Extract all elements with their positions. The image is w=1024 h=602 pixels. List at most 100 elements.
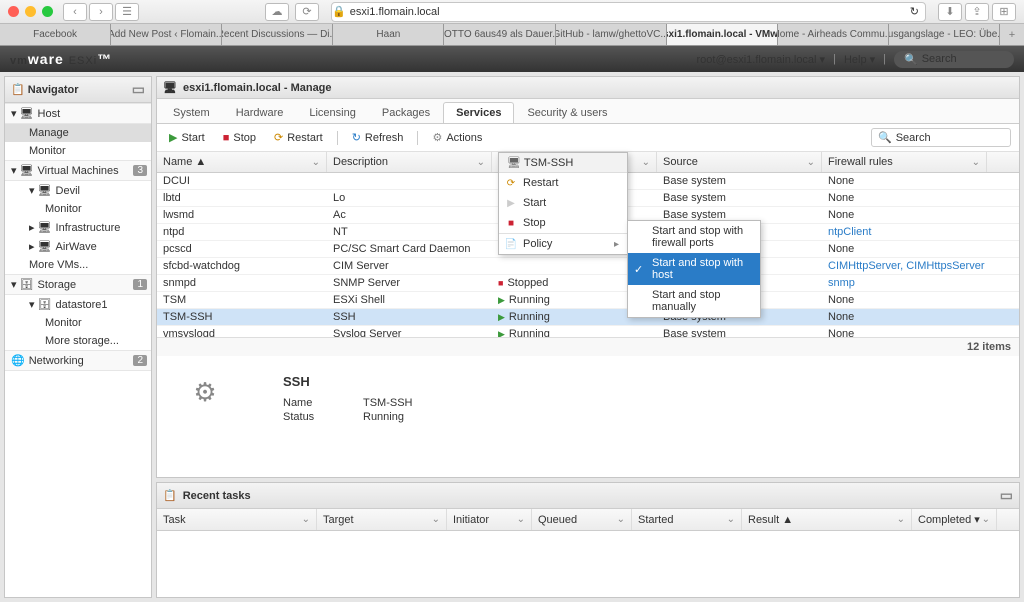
task-column-header[interactable]: Target⌄ [317,509,447,530]
task-column-header[interactable]: Initiator⌄ [447,509,532,530]
column-header[interactable]: Firewall rules⌄ [822,152,987,172]
restart-button[interactable]: ⟳Restart [270,129,327,146]
stop-button[interactable]: ■Stop [219,130,260,146]
policy-firewall[interactable]: Start and stop with firewall ports [628,221,760,253]
manage-tab-packages[interactable]: Packages [369,102,443,123]
table-cell: SNMP Server [327,275,492,291]
nav-vm-infrastructure[interactable]: ▸ 🖥 Infrastructure [5,218,151,237]
table-row[interactable]: snmpdSNMP ServerStoppedBase systemsnmp [157,275,1019,292]
tabs-button[interactable]: ☰ [115,3,139,21]
table-cell: snmp [822,275,987,291]
context-stop[interactable]: ■Stop [499,213,627,233]
refresh-button[interactable]: ↻Refresh [348,129,408,146]
context-policy[interactable]: 📄Policy▸ [499,234,627,254]
manage-tab-licensing[interactable]: Licensing [296,102,368,123]
nav-storage-more[interactable]: More storage... [5,332,151,350]
context-menu-title: 🖥 TSM-SSH [499,153,627,173]
nav-vm-devil[interactable]: ▾ 🖥 Devil [5,181,151,200]
reload-button[interactable]: ⟳ [295,3,319,21]
table-search[interactable]: 🔍 Search [871,128,1011,147]
help-menu[interactable]: Help ▾ [844,53,875,66]
manage-tab-securityusers[interactable]: Security & users [514,102,620,123]
nav-storage-datastore1[interactable]: ▾ 🗄 datastore1 [5,295,151,314]
nav-vm-devil-monitor[interactable]: Monitor [5,200,151,218]
policy-with-host[interactable]: Start and stop with host [628,253,760,285]
table-cell: Base system [657,326,822,337]
table-cell: ntpd [157,224,327,240]
reader-button[interactable]: ☁ [265,3,289,21]
manage-panel: 🖥 esxi1.flomain.local - Manage SystemHar… [156,76,1020,478]
task-column-header[interactable]: Result ▲⌄ [742,509,912,530]
user-menu[interactable]: root@esxi1.flomain.local ▾ [697,53,826,66]
refresh-icon[interactable]: ↻ [910,5,919,18]
task-column-header[interactable]: Queued⌄ [532,509,632,530]
tasks-collapse-icon[interactable]: ▭ [1000,487,1013,504]
browser-tab[interactable]: LOTTO 6aus49 als Dauer... [444,24,555,45]
browser-tab[interactable]: Haan [333,24,444,45]
manage-tab-system[interactable]: System [160,102,223,123]
table-row[interactable]: sfcbd-watchdogCIM ServerBase systemCIMHt… [157,258,1019,275]
browser-tab[interactable]: Add New Post ‹ Flomain... [111,24,222,45]
task-column-header[interactable]: Task⌄ [157,509,317,530]
table-cell: TSM-SSH [157,309,327,325]
vmware-header: vmware ESXi™ root@esxi1.flomain.local ▾ … [0,46,1024,72]
column-header[interactable]: Source⌄ [657,152,822,172]
manage-tab-hardware[interactable]: Hardware [223,102,297,123]
browser-tab[interactable]: Home - Airheads Commu... [778,24,889,45]
context-start: ▶Start [499,193,627,213]
table-cell: None [822,173,987,189]
browser-tab[interactable]: Facebook [0,24,111,45]
manage-title: 🖥 esxi1.flomain.local - Manage [157,77,1019,99]
window-close[interactable] [8,6,19,17]
column-header[interactable]: Description⌄ [327,152,492,172]
browser-tab[interactable]: Recent Discussions — Di... [222,24,333,45]
nav-networking[interactable]: 🌐 Networking2 [5,350,151,371]
table-cell: None [822,241,987,257]
header-search[interactable]: 🔍 Search [894,51,1014,68]
nav-storage[interactable]: ▾ 🗄 Storage1 [5,274,151,295]
actions-context-menu: 🖥 TSM-SSH ⟳Restart ▶Start ■Stop 📄Policy▸ [498,152,628,255]
nav-virtualmachines[interactable]: ▾ 🖥 Virtual Machines3 [5,160,151,181]
table-cell: CIMHttpServer, CIMHttpsServer [822,258,987,274]
collapse-icon[interactable]: ▭ [132,81,145,98]
nav-vm-airwave[interactable]: ▸ 🖥 AirWave [5,237,151,256]
actions-button[interactable]: ⚙Actions [428,129,486,146]
context-restart[interactable]: ⟳Restart [499,173,627,193]
table-cell: pcscd [157,241,327,257]
new-tab-button[interactable]: + [1000,24,1024,45]
window-minimize[interactable] [25,6,36,17]
task-column-header[interactable]: Started⌄ [632,509,742,530]
table-cell: None [822,309,987,325]
table-cell: NT [327,224,492,240]
task-column-header[interactable]: Completed ▾⌄ [912,509,997,530]
browser-tab[interactable]: esxi1.flomain.local - VMw... [667,24,778,45]
table-row[interactable]: TSM-SSHSSHRunningBase systemNone [157,309,1019,326]
back-button[interactable]: ‹ [63,3,87,21]
nav-host-monitor[interactable]: Monitor [5,142,151,160]
table-row[interactable]: vmsyslogdSyslog ServerRunningBase system… [157,326,1019,337]
browser-tab[interactable]: ausgangslage - LEO: Übe... [889,24,1000,45]
table-cell: None [822,326,987,337]
detail-name-label: Name [283,397,363,409]
tabs2-button[interactable]: ⊞ [992,3,1016,21]
services-toolbar: ▶Start ■Stop ⟳Restart ↻Refresh ⚙Actions … [157,124,1019,152]
navigator-panel: 📋 Navigator ▭ ▾ 🖥 Host Manage Monitor ▾ … [4,76,152,598]
nav-storage-monitor[interactable]: Monitor [5,314,151,332]
policy-manual[interactable]: Start and stop manually [628,285,760,317]
nav-vm-more[interactable]: More VMs... [5,256,151,274]
window-controls [8,6,53,17]
window-maximize[interactable] [42,6,53,17]
nav-host-manage[interactable]: Manage [5,124,151,142]
share-button[interactable]: ⇪ [965,3,989,21]
start-button[interactable]: ▶Start [165,129,209,146]
table-cell: sfcbd-watchdog [157,258,327,274]
table-row[interactable]: TSMESXi ShellRunningBase systemNone [157,292,1019,309]
column-header[interactable]: Name ▲⌄ [157,152,327,172]
browser-tab[interactable]: GitHub - lamw/ghettoVC... [556,24,667,45]
nav-host[interactable]: ▾ 🖥 Host [5,103,151,124]
manage-tab-services[interactable]: Services [443,102,514,123]
address-bar[interactable]: 🔒 esxi1.flomain.local ↻ [331,2,926,22]
forward-button[interactable]: › [89,3,113,21]
download-button[interactable]: ⬇ [938,3,962,21]
table-cell: ntpClient [822,224,987,240]
